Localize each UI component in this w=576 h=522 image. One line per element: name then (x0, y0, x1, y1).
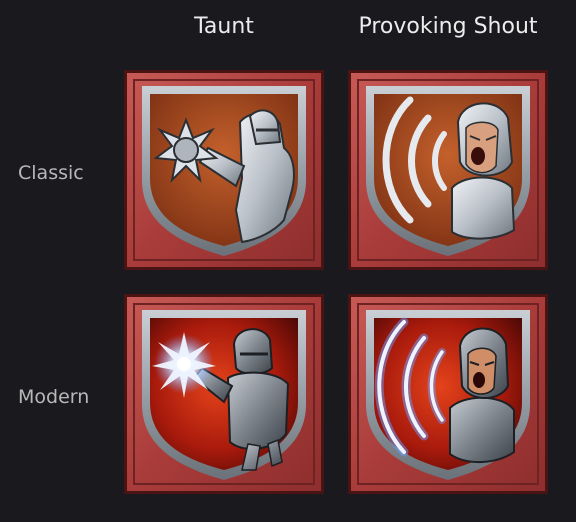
icon-modern-taunt[interactable] (124, 294, 324, 494)
icon-modern-provoking-shout[interactable] (348, 294, 548, 494)
knight-taunt-energy-icon (124, 294, 324, 494)
column-header-provoking-shout: Provoking Shout (358, 14, 538, 39)
row-label-classic: Classic (18, 162, 84, 184)
knight-shout-energy-icon (348, 294, 548, 494)
column-header-taunt: Taunt (194, 14, 254, 39)
icon-classic-taunt[interactable] (124, 70, 324, 270)
row-label-modern: Modern (18, 386, 90, 408)
icon-classic-provoking-shout[interactable] (348, 70, 548, 270)
knight-punch-icon (124, 70, 324, 270)
knight-shout-icon (348, 70, 548, 270)
